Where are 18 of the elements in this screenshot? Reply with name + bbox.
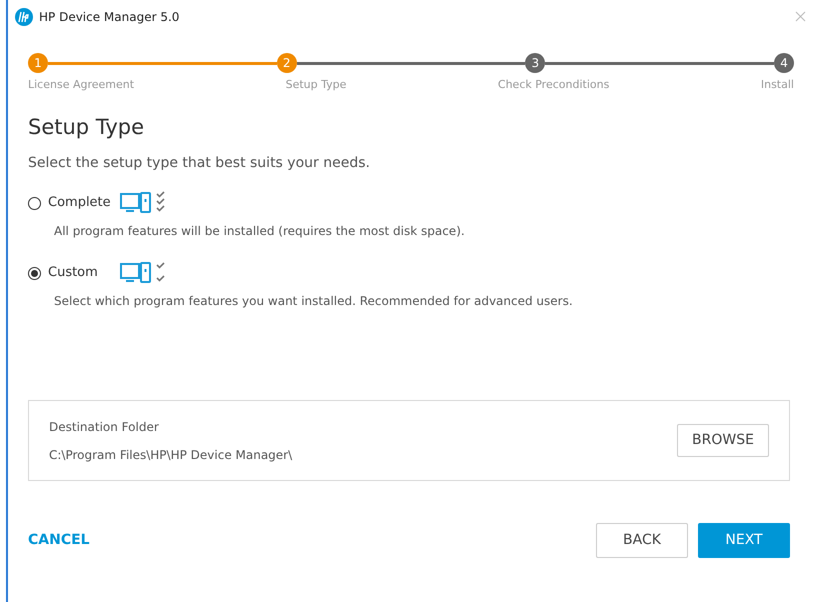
step-label: Check Preconditions bbox=[498, 77, 610, 93]
destination-path: C:\Program Files\HP\HP Device Manager\ bbox=[49, 446, 292, 464]
option-description: All program features will be installed (requires the most disk space). bbox=[54, 223, 466, 240]
step-label: License Agreement bbox=[28, 77, 134, 93]
back-button[interactable]: BACK bbox=[596, 523, 688, 558]
radio-button[interactable] bbox=[28, 196, 41, 210]
option-label[interactable]: Complete bbox=[48, 193, 120, 213]
radio-button[interactable] bbox=[28, 266, 41, 280]
step-label: Setup Type bbox=[286, 77, 346, 93]
subtitle-text: Select the setup type that best suits your needs. bbox=[28, 154, 371, 173]
window-title: HP Device Manager 5.0 bbox=[39, 9, 180, 26]
browse-button[interactable]: BROWSE bbox=[677, 424, 769, 457]
destination-label: Destination Folder bbox=[49, 418, 160, 436]
option-label[interactable]: Custom bbox=[48, 263, 120, 283]
page-heading: Setup Type bbox=[28, 114, 146, 140]
step-label: Install bbox=[760, 77, 794, 93]
option-description: Select which program features you want installed. Recommended for advanced users. bbox=[54, 293, 574, 310]
logo-icon bbox=[15, 8, 33, 26]
